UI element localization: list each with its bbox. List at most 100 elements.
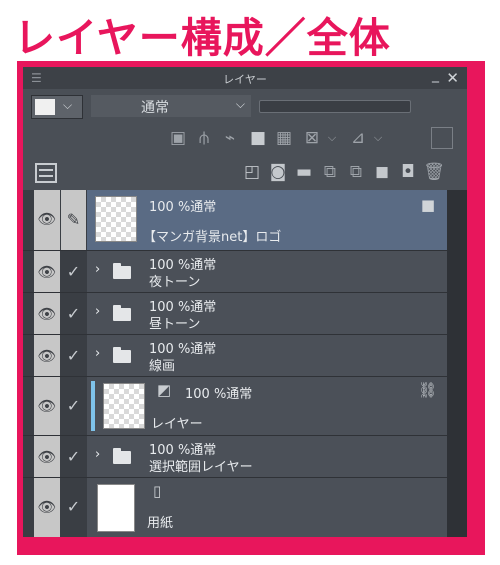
combine-down-icon[interactable]: ⧉	[345, 161, 367, 183]
panel-toolbar-top: ⌵ 通常 ⌵	[23, 91, 467, 123]
check-icon: ✓	[66, 262, 81, 281]
layer-name: 線画	[149, 359, 176, 374]
chevron-down-icon: ⌵	[63, 98, 73, 112]
layer-body[interactable]: 100 %通常 【マンガ背景net】ロゴ ■	[87, 190, 447, 250]
layer-panel: ☰ レイヤー _ ✕ ⌵ 通常 ⌵ ▣ ⫛ ⌁ ■ ▦ ⊠ ⌵ ⊿ ⌵ ◰ ◙ …	[23, 67, 467, 537]
layer-thumbnail	[95, 196, 137, 242]
layer-list: 👁 ✎ 100 %通常 【マンガ背景net】ロゴ ■ 👁 ✓ › 100 %通常…	[23, 190, 467, 537]
folder-icon	[113, 305, 131, 321]
transfer-down-icon[interactable]: ⧉	[319, 161, 341, 183]
visibility-toggle[interactable]: 👁	[34, 436, 60, 477]
ruler-icon[interactable]: ⊿	[347, 127, 369, 149]
edit-target-toggle[interactable]: ✓	[61, 293, 86, 334]
reference-layer-icon[interactable]: ▣	[167, 127, 189, 149]
eye-icon: 👁	[37, 305, 57, 323]
edit-target-toggle[interactable]: ✎	[61, 190, 86, 250]
layer-color-icon[interactable]	[431, 127, 453, 149]
edit-target-toggle[interactable]: ✓	[61, 478, 86, 537]
lock-transparent-icon[interactable]: ▦	[273, 127, 295, 149]
expand-caret-icon[interactable]: ›	[95, 262, 100, 277]
eye-icon: 👁	[37, 347, 57, 365]
expand-caret-icon[interactable]: ›	[95, 304, 100, 319]
eye-icon: 👁	[37, 397, 57, 415]
edit-target-toggle[interactable]: ✓	[61, 251, 86, 292]
create-mask-icon[interactable]: ◼	[371, 161, 393, 183]
visibility-toggle[interactable]: 👁	[34, 478, 60, 537]
layer-body[interactable]: › 100 %通常 夜トーン	[87, 251, 447, 292]
chevron-down-icon[interactable]: ⌵	[321, 127, 343, 149]
folder-icon	[113, 263, 131, 279]
layer-row-layer[interactable]: 👁 ✓ ◩ 100 %通常 レイヤー ⛓	[23, 377, 467, 435]
pen-icon: ✎	[66, 210, 81, 229]
layer-name: 用紙	[147, 516, 174, 531]
draft-layer-icon[interactable]: ⫛	[193, 127, 215, 149]
clip-icon[interactable]: ⌁	[219, 127, 241, 149]
check-icon: ✓	[66, 346, 81, 365]
layer-action-toolbar: ◰ ◙ ▬ ⧉ ⧉ ◼ ◘ 🗑	[23, 161, 467, 187]
visibility-toggle[interactable]: 👁	[34, 293, 60, 334]
check-icon: ✓	[66, 497, 81, 516]
new-vector-layer-icon[interactable]: ◙	[267, 161, 289, 183]
layer-body[interactable]: ▯ 用紙	[87, 478, 447, 537]
layer-row-lineart[interactable]: 👁 ✓ › 100 %通常 線画	[23, 335, 467, 376]
layer-body[interactable]: › 100 %通常 昼トーン	[87, 293, 447, 334]
chevron-down-icon: ⌵	[235, 97, 245, 111]
check-icon: ✓	[66, 396, 81, 415]
paper-layer-icon: ▯	[153, 482, 162, 500]
blend-mode-select[interactable]: 通常 ⌵	[91, 95, 251, 117]
lock-icon: ■	[420, 196, 435, 214]
edit-target-toggle[interactable]: ✓	[61, 377, 86, 435]
layer-name: 夜トーン	[149, 275, 201, 290]
link-icon: ⛓	[417, 381, 437, 399]
panel-titlebar[interactable]: ☰ レイヤー _ ✕	[23, 67, 467, 89]
layer-thumbnail	[103, 383, 145, 429]
close-button[interactable]: ✕	[446, 69, 459, 87]
raster-layer-icon: ◩	[157, 381, 172, 399]
layer-opacity-mode: 100 %通常	[149, 200, 217, 215]
new-raster-layer-icon[interactable]: ◰	[241, 161, 263, 183]
layer-row-paper[interactable]: 👁 ✓ ▯ 用紙	[23, 478, 467, 537]
scrollbar[interactable]	[447, 190, 467, 537]
blend-mode-value: 通常	[141, 100, 169, 116]
panel-title: レイヤー	[223, 73, 267, 86]
layer-row-night-tone[interactable]: 👁 ✓ › 100 %通常 夜トーン	[23, 251, 467, 292]
layer-body[interactable]: ◩ 100 %通常 レイヤー ⛓	[87, 377, 447, 435]
visibility-toggle[interactable]: 👁	[34, 190, 60, 250]
eye-icon: 👁	[37, 448, 57, 466]
layer-opacity-mode: 100 %通常	[185, 387, 253, 402]
layer-color-swatch	[35, 99, 55, 115]
edit-target-toggle[interactable]: ✓	[61, 335, 86, 376]
layer-name: 【マンガ背景net】ロゴ	[143, 230, 282, 245]
check-icon: ✓	[66, 447, 81, 466]
lock-icon[interactable]: ■	[247, 127, 269, 149]
opacity-slider[interactable]	[259, 100, 411, 113]
layer-body[interactable]: › 100 %通常 選択範囲レイヤー	[87, 436, 447, 477]
visibility-toggle[interactable]: 👁	[34, 251, 60, 292]
chevron-down-icon[interactable]: ⌵	[367, 127, 389, 149]
visibility-toggle[interactable]: 👁	[34, 335, 60, 376]
layer-row-day-tone[interactable]: 👁 ✓ › 100 %通常 昼トーン	[23, 293, 467, 334]
minimize-button[interactable]: _	[432, 67, 439, 83]
expand-caret-icon[interactable]: ›	[95, 447, 100, 462]
new-folder-icon[interactable]: ▬	[293, 161, 315, 183]
apply-mask-icon[interactable]: ◘	[397, 161, 419, 183]
layer-name: 昼トーン	[149, 317, 201, 332]
check-icon: ✓	[66, 304, 81, 323]
layer-name: レイヤー	[151, 417, 203, 432]
visibility-toggle[interactable]: 👁	[34, 377, 60, 435]
layer-color-select[interactable]: ⌵	[31, 95, 83, 119]
layer-row-logo[interactable]: 👁 ✎ 100 %通常 【マンガ背景net】ロゴ ■	[23, 190, 467, 250]
layer-row-selection[interactable]: 👁 ✓ › 100 %通常 選択範囲レイヤー	[23, 436, 467, 477]
layer-thumbnail	[97, 484, 135, 532]
mask-icon[interactable]: ⊠	[301, 127, 323, 149]
eye-icon: 👁	[37, 210, 57, 228]
layer-name: 選択範囲レイヤー	[149, 460, 253, 475]
delete-layer-icon[interactable]: 🗑	[423, 161, 445, 183]
expand-caret-icon[interactable]: ›	[95, 346, 100, 361]
eye-icon: 👁	[37, 498, 57, 516]
folder-icon	[113, 347, 131, 363]
layer-body[interactable]: › 100 %通常 線画	[87, 335, 447, 376]
edit-target-toggle[interactable]: ✓	[61, 436, 86, 477]
clip-indicator	[91, 381, 95, 431]
eye-icon: 👁	[37, 263, 57, 281]
